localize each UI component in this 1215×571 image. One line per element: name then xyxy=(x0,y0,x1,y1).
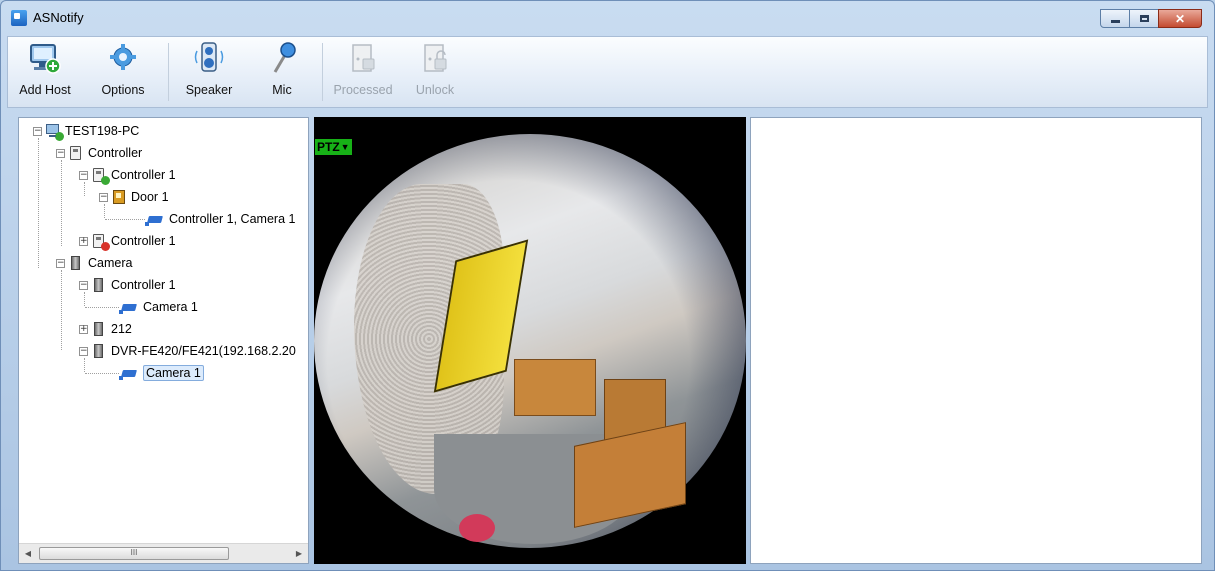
camera-group-icon xyxy=(68,255,84,271)
window-title: ASNotify xyxy=(33,10,84,25)
expand-toggle[interactable]: + xyxy=(79,324,88,334)
tree-node-dvr[interactable]: − DVR-FE420/FE421(192.168.2.20 xyxy=(79,341,296,361)
dvr-icon xyxy=(91,343,107,359)
tree-node-label: Camera 1 xyxy=(143,300,198,314)
maximize-button[interactable] xyxy=(1129,9,1159,28)
controller-online-icon xyxy=(91,167,110,185)
scroll-right-button[interactable]: ▶ xyxy=(293,547,305,560)
tree-node-door-camera[interactable]: Controller 1, Camera 1 xyxy=(145,209,295,229)
tree-node-label: DVR-FE420/FE421(192.168.2.20 xyxy=(111,344,296,358)
collapse-toggle[interactable]: − xyxy=(79,346,88,356)
collapse-toggle[interactable]: − xyxy=(79,170,88,180)
minimize-icon xyxy=(1110,19,1120,23)
expand-toggle[interactable]: + xyxy=(79,236,88,246)
processed-button[interactable]: Processed xyxy=(330,41,396,97)
options-label: Options xyxy=(101,83,145,97)
camera-icon xyxy=(119,365,139,381)
app-icon xyxy=(11,10,27,26)
tree-line xyxy=(61,160,62,246)
speaker-icon xyxy=(192,41,226,75)
collapse-toggle[interactable]: − xyxy=(56,148,65,158)
tree-node-label: TEST198-PC xyxy=(65,124,140,138)
tree-line xyxy=(105,219,145,220)
scroll-left-button[interactable]: ◀ xyxy=(22,547,34,560)
controller-offline-icon xyxy=(91,233,110,251)
mic-button[interactable]: Mic xyxy=(260,41,304,97)
unlock-icon xyxy=(418,41,452,75)
camera-icon xyxy=(119,299,139,315)
tree-line xyxy=(38,138,39,268)
fisheye-camera-image xyxy=(314,134,746,548)
tree-node-label: Controller 1 xyxy=(111,168,176,182)
device-tree-panel: − TEST198-PC − Controller − Controller 1… xyxy=(18,117,309,564)
tree-node-camera-1[interactable]: Camera 1 xyxy=(119,297,198,317)
video-view[interactable]: PTZ ▼ xyxy=(314,117,746,564)
gear-icon xyxy=(106,41,140,75)
tree-node-controller-1-offline[interactable]: + Controller 1 xyxy=(79,231,176,251)
tree-node-label: Controller xyxy=(88,146,143,160)
tree-line xyxy=(85,307,119,308)
add-host-label: Add Host xyxy=(19,83,71,97)
tree-node-label: Controller 1 xyxy=(111,278,176,292)
collapse-toggle[interactable]: − xyxy=(79,280,88,290)
close-icon: ✕ xyxy=(1174,11,1186,26)
maximize-icon xyxy=(1139,15,1149,22)
tree-line xyxy=(85,373,119,374)
tree-node-controller-group[interactable]: − Controller xyxy=(56,143,142,163)
scrollbar-thumb[interactable]: III xyxy=(39,547,229,560)
toolbar: Add Host Options Speaker Mic Processed U… xyxy=(7,36,1208,108)
selected-tree-node-label: Camera 1 xyxy=(143,365,204,381)
notification-panel xyxy=(750,117,1202,564)
unlock-button[interactable]: Unlock xyxy=(406,41,464,97)
tree-node-212[interactable]: + 212 xyxy=(79,319,132,339)
collapse-toggle[interactable]: − xyxy=(33,126,42,136)
microphone-icon xyxy=(265,41,299,75)
tree-node-door-1[interactable]: − Door 1 xyxy=(99,187,169,207)
mic-label: Mic xyxy=(272,83,292,97)
add-host-button[interactable]: Add Host xyxy=(14,41,76,97)
tree-node-label: Camera xyxy=(88,256,133,270)
tree-node-dvr-camera-1[interactable]: Camera 1 xyxy=(119,363,204,383)
tree-node-camera-controller-1[interactable]: − Controller 1 xyxy=(79,275,176,295)
processed-icon xyxy=(346,41,380,75)
options-button[interactable]: Options xyxy=(94,41,152,97)
title-bar[interactable]: ASNotify ✕ xyxy=(1,1,1214,35)
close-button[interactable]: ✕ xyxy=(1158,9,1202,28)
tree-line xyxy=(61,270,62,350)
tree-node-label: Controller 1 xyxy=(111,234,176,248)
dropdown-arrow-icon: ▼ xyxy=(340,142,350,152)
scrollbar-grip: III xyxy=(130,548,138,557)
minimize-button[interactable] xyxy=(1100,9,1130,28)
toolbar-separator xyxy=(322,43,323,101)
processed-label: Processed xyxy=(333,83,393,97)
tree-node-host[interactable]: − TEST198-PC xyxy=(33,121,139,141)
tree-node-camera-group[interactable]: − Camera xyxy=(56,253,132,273)
collapse-toggle[interactable]: − xyxy=(99,192,108,202)
computer-icon xyxy=(45,123,64,141)
ptz-control-button[interactable]: PTZ ▼ xyxy=(315,139,352,155)
window-controls: ✕ xyxy=(1100,9,1202,28)
speaker-label: Speaker xyxy=(185,83,233,97)
horizontal-scrollbar[interactable]: ◀ III ▶ xyxy=(19,543,308,563)
ptz-label: PTZ xyxy=(317,140,340,154)
tree-node-label: Door 1 xyxy=(131,190,169,204)
camera-icon xyxy=(145,211,165,227)
toolbar-separator xyxy=(168,43,169,101)
tree-node-controller-1-online[interactable]: − Controller 1 xyxy=(79,165,176,185)
door-icon xyxy=(111,189,127,205)
app-window: ASNotify ✕ Add Host Options Speaker Mic … xyxy=(0,0,1215,571)
controller-icon xyxy=(68,145,84,161)
collapse-toggle[interactable]: − xyxy=(56,258,65,268)
tree-node-label: 212 xyxy=(111,322,132,336)
device-icon xyxy=(91,321,107,337)
speaker-button[interactable]: Speaker xyxy=(180,41,238,97)
device-icon xyxy=(91,277,107,293)
add-host-icon xyxy=(28,41,62,75)
device-tree: − TEST198-PC − Controller − Controller 1… xyxy=(19,118,308,543)
unlock-label: Unlock xyxy=(415,83,455,97)
tree-node-label: Controller 1, Camera 1 xyxy=(169,212,296,226)
